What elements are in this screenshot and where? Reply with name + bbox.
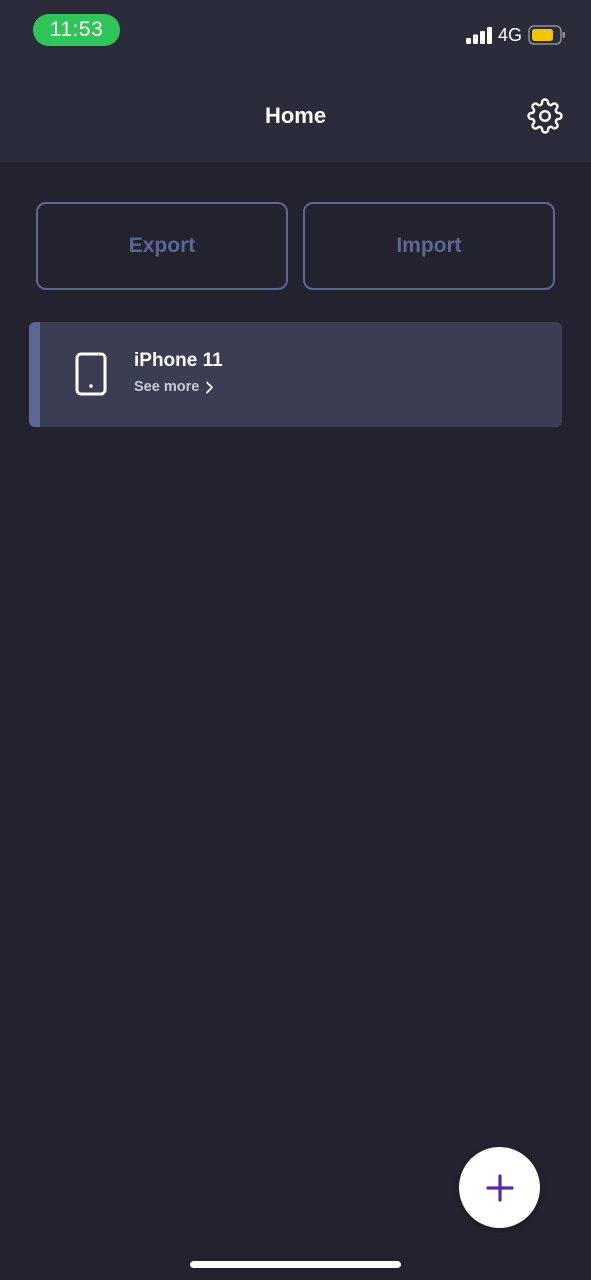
device-name: iPhone 11: [134, 350, 223, 371]
gear-icon[interactable]: [527, 98, 563, 134]
see-more-link[interactable]: See more: [134, 377, 214, 397]
export-button[interactable]: Export: [36, 202, 288, 290]
import-button[interactable]: Import: [303, 202, 555, 290]
card-accent-bar: [29, 322, 40, 427]
status-time: 11:53: [33, 14, 120, 46]
battery-icon: [528, 25, 565, 45]
network-label: 4G: [498, 25, 523, 45]
home-indicator[interactable]: [190, 1261, 401, 1268]
header: 11:53 4G Home: [0, 0, 591, 162]
phone-icon: [75, 352, 107, 396]
page-title: Home: [264, 103, 327, 128]
device-card[interactable]: iPhone 11 See more: [29, 322, 562, 427]
signal-icon: [466, 27, 492, 44]
plus-icon: [485, 1173, 514, 1202]
home-screen: 11:53 4G Home Export Import iPhone 11 Se: [0, 0, 591, 1280]
chevron-right-icon: [206, 381, 214, 393]
see-more-label: See more: [134, 379, 200, 395]
add-device-button[interactable]: [459, 1147, 540, 1228]
